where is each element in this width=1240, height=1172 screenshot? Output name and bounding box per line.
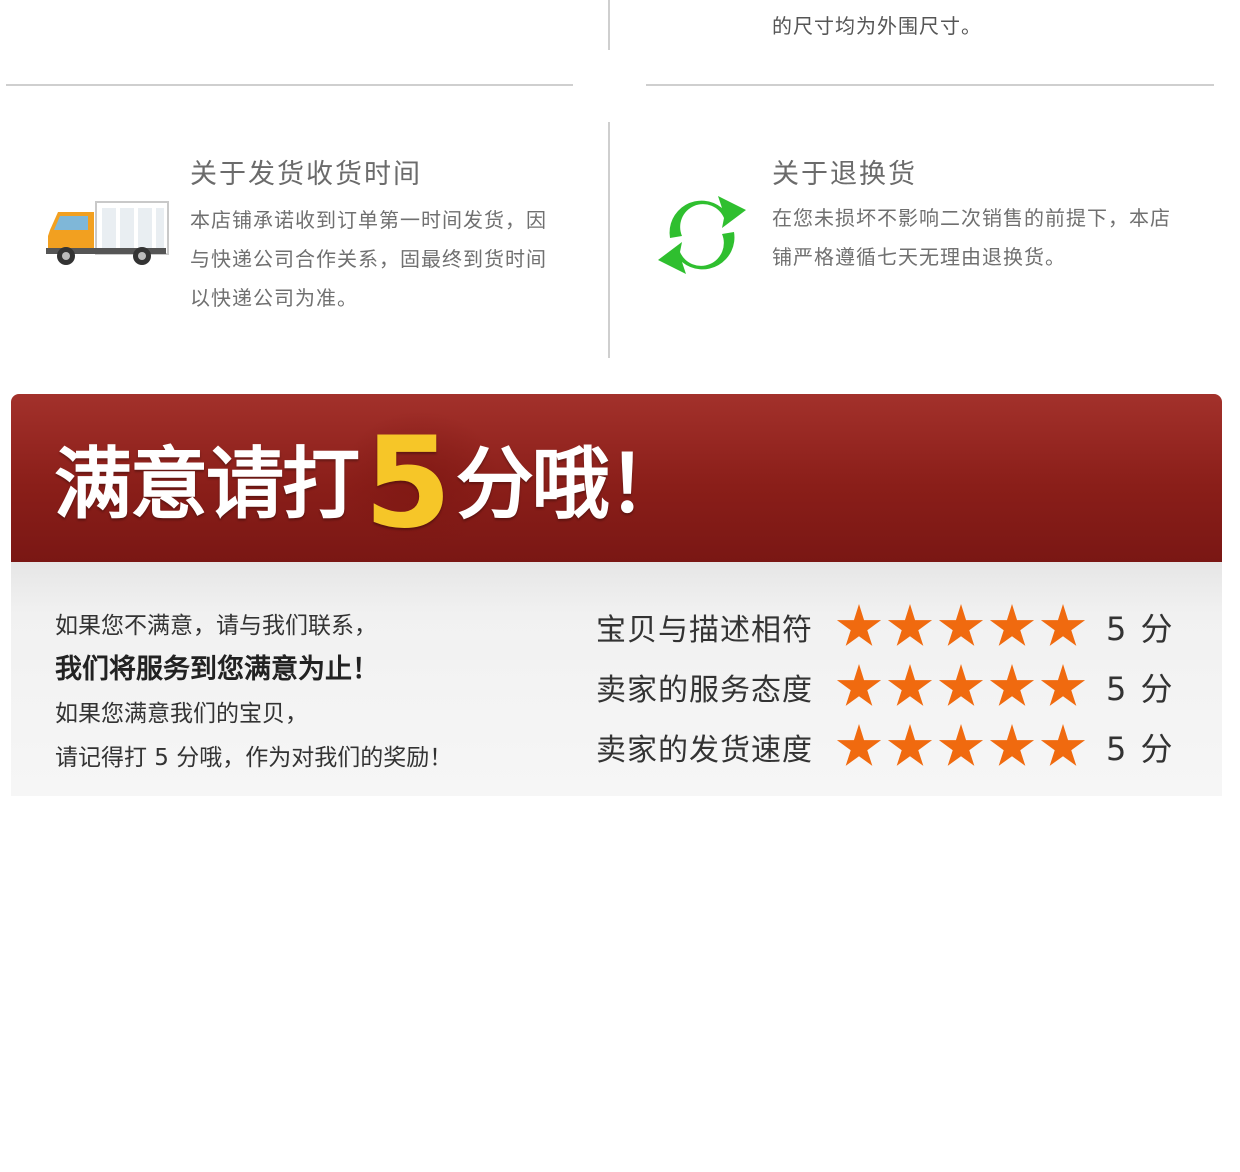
shipping-description: 本店铺承诺收到订单第一时间发货，因 与快递公司合作关系，固最终到货时间 以快递公… <box>190 201 547 318</box>
headline-text-before: 满意请打 <box>54 440 360 530</box>
star-rating <box>836 604 1086 650</box>
shipping-line: 以快递公司为准。 <box>190 286 358 310</box>
feedback-line-2: 我们将服务到您满意为止！ <box>55 654 379 685</box>
vertical-divider-middle <box>608 122 610 358</box>
star-icon <box>1040 724 1086 766</box>
rating-row-service: 卖家的服务态度 5 分 <box>596 662 1175 712</box>
star-icon <box>887 604 933 646</box>
feedback-line-1: 如果您不满意，请与我们联系， <box>55 613 377 639</box>
rating-row-shipping: 卖家的发货速度 5 分 <box>596 722 1175 772</box>
star-icon <box>1040 604 1086 646</box>
star-rating <box>836 724 1086 770</box>
star-icon <box>836 724 882 766</box>
rating-score: 5 分 <box>1106 670 1175 708</box>
banner-headline: 满意请打 5 分哦！ <box>54 409 686 556</box>
horizontal-divider-left <box>6 84 573 86</box>
horizontal-divider-right <box>646 84 1214 86</box>
size-note-text: 的尺寸均为外围尺寸。 <box>772 14 982 38</box>
shipping-title: 关于发货收货时间 <box>190 159 422 190</box>
star-icon <box>989 724 1035 766</box>
vertical-divider-top <box>608 0 610 50</box>
returns-title: 关于退换货 <box>772 159 917 190</box>
returns-line: 铺严格遵循七天无理由退换货。 <box>772 245 1066 269</box>
rating-score: 5 分 <box>1106 610 1175 648</box>
rating-score: 5 分 <box>1106 730 1175 768</box>
star-rating <box>836 664 1086 710</box>
headline-number: 5 <box>364 408 452 556</box>
rating-label: 宝贝与描述相符 <box>596 613 813 648</box>
star-icon <box>1040 664 1086 706</box>
star-icon <box>887 724 933 766</box>
star-icon <box>836 604 882 646</box>
star-icon <box>989 664 1035 706</box>
star-icon <box>836 664 882 706</box>
shipping-line: 与快递公司合作关系，固最终到货时间 <box>190 247 547 271</box>
feedback-line-4: 请记得打 5 分哦，作为对我们的奖励！ <box>55 745 453 771</box>
shipping-line: 本店铺承诺收到订单第一时间发货，因 <box>190 208 547 232</box>
star-icon <box>938 724 984 766</box>
star-icon <box>938 664 984 706</box>
rating-label: 卖家的发货速度 <box>596 733 813 768</box>
returns-description: 在您未损坏不影响二次销售的前提下，本店 铺严格遵循七天无理由退换货。 <box>772 199 1171 277</box>
headline-text-after: 分哦！ <box>455 440 686 530</box>
star-icon <box>887 664 933 706</box>
rating-row-description: 宝贝与描述相符 5 分 <box>596 602 1175 652</box>
returns-line: 在您未损坏不影响二次销售的前提下，本店 <box>772 206 1171 230</box>
rating-label: 卖家的服务态度 <box>596 673 813 708</box>
feedback-line-3: 如果您满意我们的宝贝， <box>55 701 308 727</box>
star-icon <box>989 604 1035 646</box>
star-icon <box>938 604 984 646</box>
delivery-truck-icon <box>44 196 170 270</box>
feedback-message: 如果您不满意，请与我们联系， 我们将服务到您满意为止！ 如果您满意我们的宝贝， … <box>55 604 452 780</box>
exchange-arrows-icon <box>652 190 752 280</box>
